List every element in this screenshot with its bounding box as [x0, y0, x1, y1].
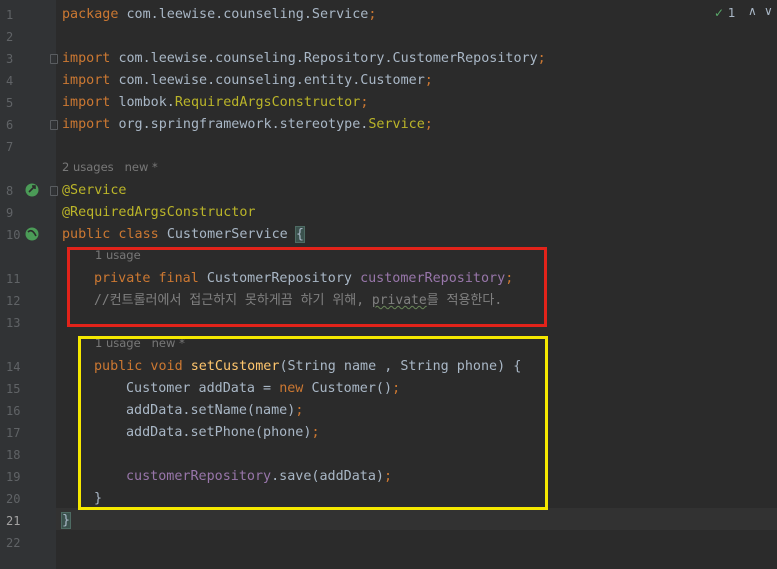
code-line: 21 }: [0, 510, 777, 532]
code-line: 3 import com.leewise.counseling.Reposito…: [0, 48, 777, 70]
line-number: 20: [6, 492, 21, 506]
line-number: 21: [6, 514, 21, 528]
line-number: 4: [6, 74, 14, 88]
line-number: 11: [6, 272, 21, 286]
code-text: }: [60, 512, 72, 529]
code-line: 9 @RequiredArgsConstructor: [0, 202, 777, 224]
code-text: @RequiredArgsConstructor: [62, 205, 256, 220]
code-line: 1 package com.leewise.counseling.Service…: [0, 4, 777, 26]
line-number: 18: [6, 448, 21, 462]
code-text: public class CustomerService {: [62, 226, 305, 243]
code-line: 5 import lombok.RequiredArgsConstructor;: [0, 92, 777, 114]
line-number: 10: [6, 228, 21, 242]
fold-marker-icon[interactable]: [50, 120, 58, 130]
line-number: 19: [6, 470, 21, 484]
code-line: 10 public class CustomerService {: [0, 224, 777, 246]
line-number: 22: [6, 536, 21, 550]
line-number: 16: [6, 404, 21, 418]
code-text: import com.leewise.counseling.Repository…: [62, 51, 546, 66]
line-number: 6: [6, 118, 14, 132]
line-number: 14: [6, 360, 21, 374]
usages-hint[interactable]: 2 usages new *: [62, 160, 158, 174]
line-number: 8: [6, 184, 14, 198]
code-text: import org.springframework.stereotype.Se…: [62, 117, 433, 132]
code-line: 4 import com.leewise.counseling.entity.C…: [0, 70, 777, 92]
code-line: 6 import org.springframework.stereotype.…: [0, 114, 777, 136]
code-text: import lombok.RequiredArgsConstructor;: [62, 95, 369, 110]
fold-marker-icon[interactable]: [50, 54, 58, 64]
line-number: 15: [6, 382, 21, 396]
code-text: package com.leewise.counseling.Service;: [62, 7, 377, 22]
code-line: 7: [0, 136, 777, 158]
line-number: 12: [6, 294, 21, 308]
spring-bean-icon[interactable]: [24, 226, 40, 242]
line-number: 17: [6, 426, 21, 440]
code-text: @Service: [62, 183, 127, 198]
code-text: import com.leewise.counseling.entity.Cus…: [62, 73, 433, 88]
line-number: 2: [6, 30, 14, 44]
code-line: 2: [0, 26, 777, 48]
line-number: 5: [6, 96, 14, 110]
red-highlight-box: [67, 247, 547, 327]
line-number: 9: [6, 206, 14, 220]
yellow-highlight-box: [78, 336, 548, 510]
code-line: 8 @Service: [0, 180, 777, 202]
spring-bean-icon[interactable]: [24, 182, 40, 198]
line-number: 13: [6, 316, 21, 330]
line-number: 3: [6, 52, 14, 66]
fold-marker-icon[interactable]: [50, 186, 58, 196]
line-number: 1: [6, 8, 14, 22]
code-line: 22: [0, 532, 777, 554]
line-number: 7: [6, 140, 14, 154]
